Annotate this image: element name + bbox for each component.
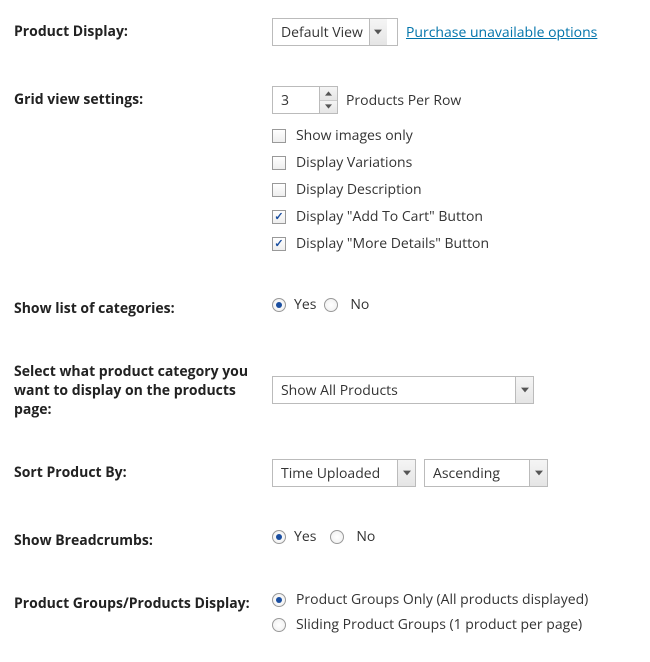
grid-opt-4: Display "More Details" Button (272, 232, 636, 255)
spinner-down-icon[interactable] (320, 101, 337, 114)
radio-label: No (350, 295, 369, 314)
spinner-buttons (319, 87, 337, 113)
sort-order-value: Ascending (433, 464, 506, 483)
radio-categories-yes[interactable] (272, 298, 286, 312)
label-show-categories: Show list of categories: (14, 295, 272, 318)
control-product-groups: Product Groups Only (All products displa… (272, 590, 636, 634)
chevron-down-icon (369, 19, 387, 45)
checkbox-display-variations[interactable] (272, 156, 286, 170)
sort-field-select[interactable]: Time Uploaded (272, 459, 416, 487)
checkbox-label: Display Description (296, 180, 422, 199)
label-sort-by: Sort Product By: (14, 459, 272, 482)
control-product-display: Default View Purchase unavailable option… (272, 18, 636, 46)
chevron-down-icon (397, 460, 415, 486)
radio-label: No (356, 527, 375, 546)
control-show-categories: Yes No (272, 295, 636, 314)
category-select-value: Show All Products (281, 381, 404, 400)
radio-groups-only[interactable] (272, 593, 286, 607)
row-product-groups: Product Groups/Products Display: Product… (14, 590, 636, 634)
sort-order-select[interactable]: Ascending (424, 459, 548, 487)
category-select[interactable]: Show All Products (272, 376, 534, 404)
radio-groups-sliding[interactable] (272, 618, 286, 632)
radio-label: Yes (294, 527, 316, 546)
checkbox-display-description[interactable] (272, 183, 286, 197)
grid-opt-0: Show images only (272, 124, 636, 147)
chevron-down-icon (515, 377, 533, 403)
control-breadcrumbs: Yes No (272, 527, 636, 546)
radio-label: Sliding Product Groups (1 product per pa… (296, 615, 582, 634)
checkbox-label: Display Variations (296, 153, 412, 172)
checkbox-label: Display "Add To Cart" Button (296, 207, 483, 226)
chevron-down-icon (529, 460, 547, 486)
row-sort-by: Sort Product By: Time Uploaded Ascending (14, 459, 636, 487)
row-show-categories: Show list of categories: Yes No (14, 295, 636, 318)
checkbox-add-to-cart[interactable] (272, 210, 286, 224)
checkbox-more-details[interactable] (272, 237, 286, 251)
grid-opt-1: Display Variations (272, 151, 636, 174)
product-display-select-value: Default View (281, 23, 369, 42)
products-per-row-suffix: Products Per Row (346, 91, 461, 110)
radio-breadcrumbs-no[interactable] (330, 530, 344, 544)
control-sort-by: Time Uploaded Ascending (272, 459, 636, 487)
grid-opt-2: Display Description (272, 178, 636, 201)
label-grid-view: Grid view settings: (14, 86, 272, 109)
row-category-select: Select what product category you want to… (14, 358, 636, 419)
sort-field-value: Time Uploaded (281, 464, 386, 483)
row-breadcrumbs: Show Breadcrumbs: Yes No (14, 527, 636, 550)
products-per-row-value: 3 (273, 87, 319, 113)
control-category-select: Show All Products (272, 358, 636, 404)
checkbox-label: Show images only (296, 126, 413, 145)
checkbox-show-images-only[interactable] (272, 129, 286, 143)
control-grid-view: 3 Products Per Row Show images only Disp… (272, 86, 636, 255)
label-breadcrumbs: Show Breadcrumbs: (14, 527, 272, 550)
radio-categories-no[interactable] (324, 298, 338, 312)
radio-breadcrumbs-yes[interactable] (272, 530, 286, 544)
row-grid-view: Grid view settings: 3 Products Per Row S… (14, 86, 636, 255)
row-product-display: Product Display: Default View Purchase u… (14, 18, 636, 46)
product-display-select[interactable]: Default View (272, 18, 398, 46)
checkbox-label: Display "More Details" Button (296, 234, 489, 253)
purchase-unavailable-link[interactable]: Purchase unavailable options (406, 23, 597, 42)
radio-label: Product Groups Only (All products displa… (296, 590, 588, 609)
label-category-select: Select what product category you want to… (14, 358, 272, 419)
label-product-display: Product Display: (14, 18, 272, 41)
spinner-up-icon[interactable] (320, 87, 337, 101)
products-per-row-input[interactable]: 3 (272, 86, 338, 114)
radio-label: Yes (294, 295, 316, 314)
grid-opt-3: Display "Add To Cart" Button (272, 205, 636, 228)
label-product-groups: Product Groups/Products Display: (14, 590, 272, 613)
